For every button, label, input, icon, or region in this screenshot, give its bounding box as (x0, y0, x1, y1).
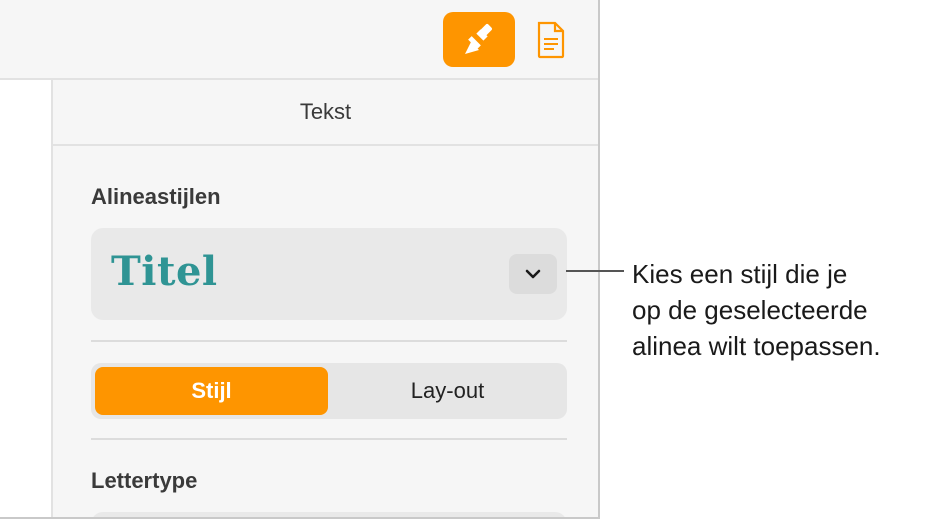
format-button[interactable] (443, 12, 515, 67)
app-window: Tekst Alineastijlen Titel Stijl Lay-out … (0, 0, 600, 519)
chevron-down-icon (525, 269, 541, 279)
selected-paragraph-style: Titel (111, 248, 218, 295)
callout-line-1: Kies een stijl die je (632, 259, 848, 289)
document-button[interactable] (534, 20, 568, 60)
paragraph-style-popup[interactable]: Titel (91, 228, 567, 320)
format-sidebar: Tekst Alineastijlen Titel Stijl Lay-out … (53, 80, 598, 517)
style-dropdown-button[interactable] (509, 254, 557, 294)
toolbar (0, 0, 598, 80)
segment-layout[interactable]: Lay-out (332, 367, 563, 415)
document-canvas[interactable] (0, 80, 53, 517)
font-popup[interactable] (91, 512, 567, 517)
paragraph-styles-heading: Alineastijlen (91, 184, 221, 209)
document-icon (537, 21, 565, 59)
callout-line (566, 270, 624, 272)
font-heading: Lettertype (91, 468, 198, 493)
divider (91, 340, 567, 342)
callout-line-2: op de geselecteerde (632, 295, 868, 325)
divider (91, 438, 567, 440)
tab-text[interactable]: Tekst (53, 80, 598, 146)
style-layout-segmented-control: Stijl Lay-out (91, 363, 567, 419)
paintbrush-icon (465, 23, 492, 54)
callout-line-3: alinea wilt toepassen. (632, 331, 881, 361)
segment-style[interactable]: Stijl (95, 367, 328, 415)
callout-text: Kies een stijl die je op de geselecteerd… (632, 256, 881, 364)
